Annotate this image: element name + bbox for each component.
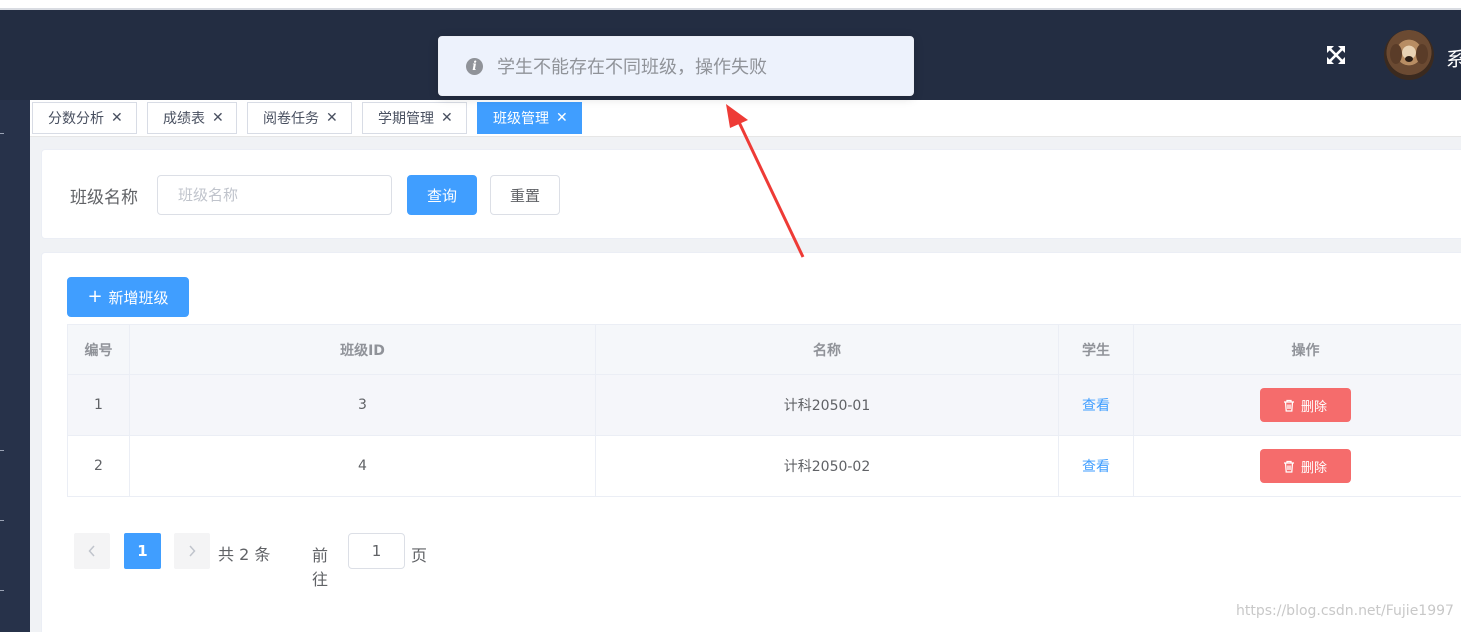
- class-name-input[interactable]: [157, 175, 392, 215]
- cell-name: 计科2050-01: [595, 374, 1059, 436]
- column-header-class-id: 班级ID: [129, 324, 596, 375]
- tag-score-table[interactable]: 成绩表 ✕: [147, 102, 237, 134]
- total-count: 共 2 条: [218, 545, 271, 564]
- error-toast: i 学生不能存在不同班级，操作失败: [438, 36, 914, 96]
- view-students-link[interactable]: 查看: [1082, 398, 1110, 414]
- tags-view-bar: 分数分析 ✕ 成绩表 ✕ 阅卷任务 ✕ 学期管理 ✕ 班级管理 ✕: [30, 100, 1461, 137]
- column-header-actions: 操作: [1133, 324, 1461, 375]
- tag-label: 阅卷任务: [263, 111, 319, 127]
- goto-page-input[interactable]: [348, 533, 405, 569]
- delete-label: 删除: [1300, 460, 1327, 476]
- tag-label: 班级管理: [493, 111, 549, 127]
- chevron-right-icon: [189, 545, 196, 557]
- search-card: 班级名称 查询 重置: [41, 149, 1461, 239]
- tag-score-analysis[interactable]: 分数分析 ✕: [32, 102, 137, 134]
- cell-class-id: 3: [129, 374, 596, 436]
- tag-label: 分数分析: [48, 111, 104, 127]
- column-header-name: 名称: [595, 324, 1059, 375]
- tag-class-management[interactable]: 班级管理 ✕: [477, 102, 582, 134]
- cell-students: 查看: [1058, 435, 1134, 497]
- cell-students: 查看: [1058, 374, 1134, 436]
- prev-page-button[interactable]: [74, 533, 110, 569]
- chevron-left-icon: [88, 545, 95, 557]
- avatar[interactable]: [1384, 30, 1434, 80]
- class-name-label: 班级名称: [70, 188, 138, 208]
- close-icon[interactable]: ✕: [441, 110, 453, 126]
- cell-index: 1: [67, 374, 130, 436]
- toast-message: 学生不能存在不同班级，操作失败: [497, 57, 767, 78]
- close-icon[interactable]: ✕: [326, 110, 338, 126]
- page-number-current[interactable]: 1: [124, 533, 161, 569]
- cell-actions: 删除: [1133, 374, 1461, 436]
- reset-button[interactable]: 重置: [490, 175, 560, 215]
- table-row: 2 4 计科2050-02 查看 删除: [67, 435, 1461, 497]
- add-class-label: 新增班级: [108, 288, 169, 307]
- top-border: [0, 0, 1461, 10]
- page-suffix: 页: [411, 546, 428, 565]
- info-icon: i: [466, 57, 483, 75]
- tag-marking-task[interactable]: 阅卷任务 ✕: [247, 102, 352, 134]
- cell-actions: 删除: [1133, 435, 1461, 497]
- table-row: 1 3 计科2050-01 查看 删除: [67, 374, 1461, 436]
- column-header-index: 编号: [67, 324, 130, 375]
- query-button[interactable]: 查询: [407, 175, 477, 215]
- tag-term-management[interactable]: 学期管理 ✕: [362, 102, 467, 134]
- close-icon[interactable]: ✕: [111, 110, 123, 126]
- tag-label: 成绩表: [163, 111, 205, 127]
- cell-name: 计科2050-02: [595, 435, 1059, 497]
- plus-icon: +: [87, 286, 103, 307]
- delete-button[interactable]: 删除: [1259, 449, 1351, 483]
- delete-button[interactable]: 删除: [1259, 388, 1351, 422]
- watermark: https://blog.csdn.net/Fujie1997: [1236, 603, 1454, 619]
- trash-icon: [1283, 399, 1294, 412]
- close-icon[interactable]: ✕: [212, 110, 224, 126]
- delete-label: 删除: [1300, 399, 1327, 415]
- goto-label: 前往: [312, 546, 329, 589]
- tag-label: 学期管理: [378, 111, 434, 127]
- column-header-students: 学生: [1058, 324, 1134, 375]
- table-header-row: 编号 班级ID 名称 学生 操作: [67, 324, 1461, 375]
- next-page-button[interactable]: [174, 533, 210, 569]
- view-students-link[interactable]: 查看: [1082, 459, 1110, 475]
- table-card: + 新增班级 编号 班级ID 名称 学生 操作 1 3 计科2050-01 查看: [41, 252, 1461, 632]
- cell-class-id: 4: [129, 435, 596, 497]
- trash-icon: [1283, 460, 1294, 473]
- username[interactable]: 系: [1446, 43, 1461, 72]
- class-table: 编号 班级ID 名称 学生 操作 1 3 计科2050-01 查看 删除 2 4…: [67, 324, 1461, 497]
- cell-index: 2: [67, 435, 130, 497]
- add-class-button[interactable]: + 新增班级: [67, 277, 189, 317]
- fullscreen-icon[interactable]: [1322, 41, 1350, 69]
- sidebar: [0, 100, 30, 632]
- close-icon[interactable]: ✕: [556, 110, 568, 126]
